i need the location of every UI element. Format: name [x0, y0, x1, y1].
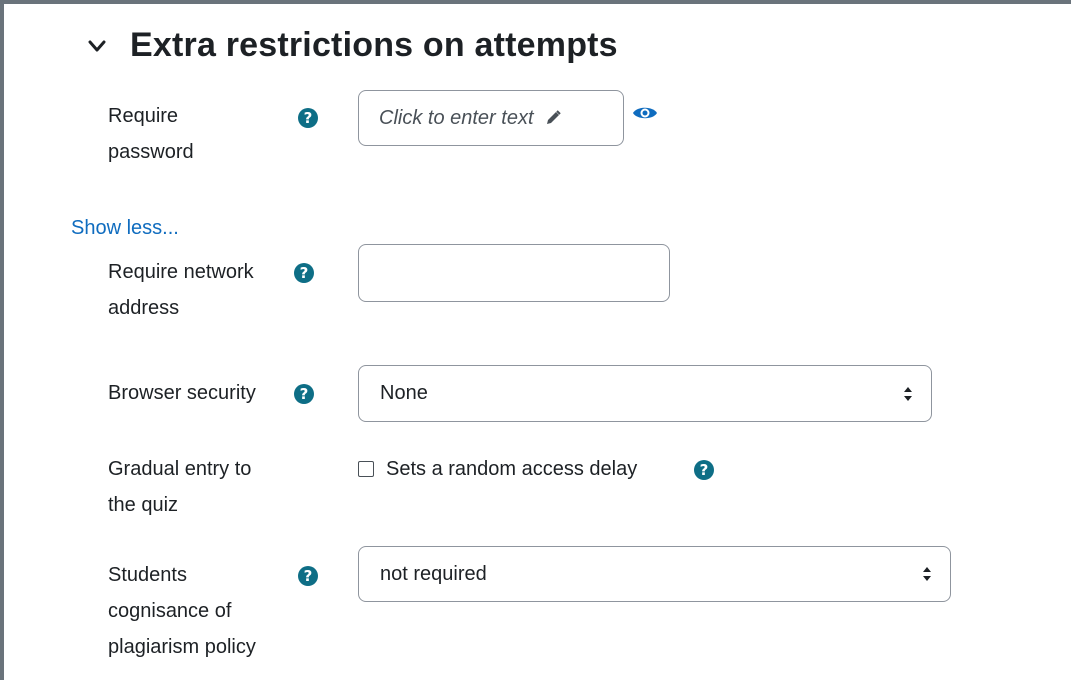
- help-icon[interactable]: ?: [294, 384, 314, 404]
- plagiarism-label-line1: Students: [108, 564, 187, 586]
- plagiarism-label-line3: plagiarism policy: [108, 636, 256, 658]
- help-icon[interactable]: ?: [298, 108, 318, 128]
- section-header[interactable]: Extra restrictions on attempts: [86, 26, 618, 65]
- gradual-entry-label: Gradual entry to the quiz: [108, 451, 251, 523]
- pencil-icon: [546, 110, 561, 124]
- network-label: Require network address: [108, 254, 254, 326]
- plagiarism-label: Students cognisance of plagiarism policy: [108, 557, 256, 665]
- browser-security-label: Browser security: [108, 382, 256, 404]
- plagiarism-select[interactable]: not required: [358, 546, 951, 602]
- section-title: Extra restrictions on attempts: [130, 26, 618, 64]
- select-caret-icon: [923, 567, 931, 581]
- show-less-link[interactable]: Show less...: [71, 210, 179, 246]
- select-caret-icon: [904, 386, 912, 401]
- network-label-line1: Require network: [108, 261, 254, 283]
- random-delay-checkbox[interactable]: [358, 461, 374, 477]
- browser-security-select[interactable]: None: [358, 365, 932, 422]
- password-label: Require password: [108, 98, 194, 170]
- random-delay-row: Sets a random access delay: [358, 451, 637, 487]
- network-label-line2: address: [108, 297, 180, 319]
- help-icon[interactable]: ?: [298, 566, 318, 586]
- plagiarism-label-line2: cognisance of: [108, 600, 232, 622]
- password-value: Click to enter text: [379, 106, 534, 129]
- browser-security-value: None: [380, 382, 428, 404]
- settings-panel: Extra restrictions on attempts Require p…: [0, 0, 1071, 680]
- gradual-entry-label-line2: the quiz: [108, 494, 179, 516]
- password-label-line2: password: [108, 141, 194, 163]
- help-icon[interactable]: ?: [694, 460, 714, 480]
- random-delay-label[interactable]: Sets a random access delay: [386, 451, 637, 487]
- eye-icon[interactable]: [631, 104, 659, 122]
- plagiarism-value: not required: [380, 562, 487, 585]
- password-inplace-editable[interactable]: Click to enter text: [358, 90, 624, 146]
- help-icon[interactable]: ?: [294, 263, 314, 283]
- password-label-line1: Require: [108, 105, 179, 127]
- chevron-down-icon[interactable]: [86, 35, 108, 57]
- network-address-input[interactable]: [358, 244, 670, 302]
- gradual-entry-label-line1: Gradual entry to: [108, 458, 252, 480]
